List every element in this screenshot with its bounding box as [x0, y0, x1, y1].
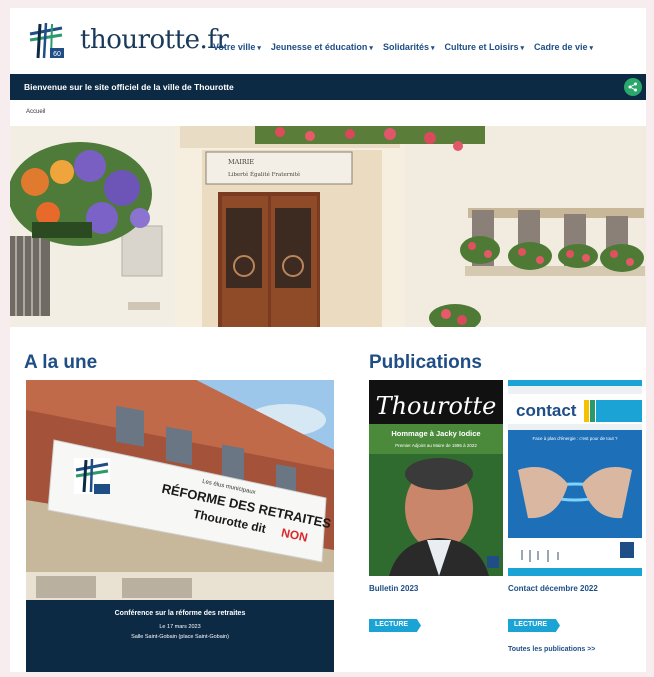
hero-image: MAIRIE Liberté Égalité Fraternité: [10, 126, 646, 327]
lecture-button-contact[interactable]: LECTURE: [508, 619, 560, 632]
welcome-banner: Bienvenue sur le site officiel de la vil…: [10, 74, 646, 100]
retraites-banner-photo: Les élus municipaux RÉFORME DES RETRAITE…: [26, 380, 334, 600]
logo-mark-icon: 60: [26, 20, 66, 60]
chevron-down-icon: ▾: [589, 45, 594, 52]
une-caption-place: Salle Saint-Gobain (place Saint-Gobain): [131, 634, 229, 640]
welcome-text: Bienvenue sur le site officiel de la vil…: [24, 82, 234, 92]
nav-item-solidarites[interactable]: Solidarités ▾: [383, 42, 435, 52]
flower-basket-left: [10, 142, 152, 246]
hero-sign-line1: MAIRIE: [228, 158, 254, 166]
chevron-down-icon: ▾: [430, 45, 435, 52]
bulletin-cover-title: Thourotte: [376, 392, 497, 420]
a-la-une-image[interactable]: Les élus municipaux RÉFORME DES RETRAITE…: [26, 380, 334, 600]
publication-title-bulletin[interactable]: Bulletin 2023: [369, 584, 418, 593]
nav-item-jeunesse[interactable]: Jeunesse et éducation ▾: [271, 42, 373, 52]
site-logo[interactable]: 60 thourotte.fr: [26, 20, 229, 60]
une-caption-date: Le 17 mars 2023: [159, 624, 201, 630]
contact-cover-title: contact: [516, 401, 577, 420]
breadcrumb[interactable]: Accueil: [26, 109, 45, 115]
nav-item-votre-ville[interactable]: Votre ville ▾: [213, 42, 261, 52]
site-header: 60 thourotte.fr Votre ville ▾ Jeunesse et…: [10, 8, 646, 70]
bulletin-cover-headline: Hommage à Jacky Iodice: [391, 429, 480, 438]
nav-label: Jeunesse et éducation: [270, 42, 368, 52]
all-publications-link[interactable]: Toutes les publications >>: [508, 646, 595, 653]
chevron-down-icon: ▾: [257, 45, 261, 52]
bulletin-cover-sub: Premier Adjoint au Maire de 1995 à 2022: [395, 443, 477, 448]
contact-cover: contact Face à plan d'énergie : c'est po…: [508, 380, 642, 576]
share-icon: [628, 82, 637, 92]
hero-sign-line2: Liberté Égalité Fraternité: [228, 170, 300, 178]
nav-item-cadre-de-vie[interactable]: Cadre de vie ▾: [534, 42, 593, 52]
logo-text: thourotte.fr: [80, 25, 229, 55]
contact-cover-sub: Face à plan d'énergie : c'est pour de to…: [532, 436, 618, 441]
nav-label: Culture et Loisirs: [444, 42, 519, 52]
logo-badge: 60: [53, 51, 61, 58]
a-la-une-caption[interactable]: Conférence sur la réforme des retraites …: [26, 600, 334, 672]
a-la-une-title: A la une: [24, 352, 98, 373]
lecture-button-bulletin[interactable]: LECTURE: [369, 619, 421, 632]
nav-item-culture[interactable]: Culture et Loisirs ▾: [444, 42, 524, 52]
publications-title: Publications: [369, 352, 482, 373]
main-nav: Votre ville ▾ Jeunesse et éducation ▾ Soli…: [213, 42, 603, 52]
publication-cover-bulletin[interactable]: Thourotte Hommage à Jacky Iodice Premier…: [369, 380, 503, 576]
nav-label: Votre ville: [213, 42, 256, 52]
chevron-down-icon: ▾: [520, 45, 524, 52]
town-hall-photo: MAIRIE Liberté Égalité Fraternité: [10, 126, 646, 327]
nav-label: Cadre de vie: [534, 42, 588, 52]
publication-title-contact[interactable]: Contact décembre 2022: [508, 584, 598, 593]
page: 60 thourotte.fr Votre ville ▾ Jeunesse et…: [10, 8, 646, 672]
chevron-down-icon: ▾: [369, 45, 373, 52]
share-button[interactable]: [624, 78, 642, 96]
une-caption-title: Conférence sur la réforme des retraites: [114, 610, 246, 617]
bulletin-cover: Thourotte Hommage à Jacky Iodice Premier…: [369, 380, 503, 576]
publication-cover-contact[interactable]: contact Face à plan d'énergie : c'est po…: [508, 380, 642, 576]
nav-label: Solidarités: [382, 42, 429, 52]
